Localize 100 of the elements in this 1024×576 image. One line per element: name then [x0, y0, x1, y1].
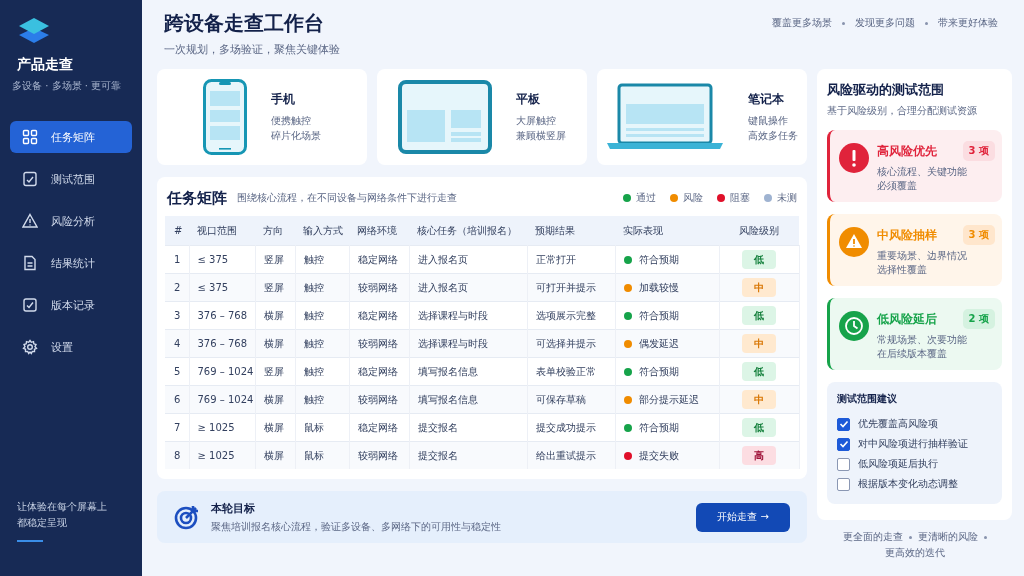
table-cell: 稳定网络	[357, 421, 398, 433]
checkbox-icon	[22, 297, 38, 313]
table-cell: 符合预期	[638, 420, 679, 435]
table-cell: ≤ 375	[197, 254, 229, 265]
table-cell: 符合预期	[638, 308, 679, 323]
column-header: 输入方式	[303, 224, 343, 236]
device-feature: 高效多任务	[748, 129, 798, 143]
table-cell: 2	[174, 282, 181, 293]
slogan-text: 覆盖更多场景	[772, 16, 832, 30]
device-feature: 碎片化场景	[271, 129, 321, 143]
table-cell: 提交报名	[417, 421, 458, 433]
separator-dot-icon	[983, 535, 987, 539]
table-cell: 提交失败	[638, 448, 679, 463]
table-cell: 选择课程与时段	[417, 337, 488, 349]
risk-description: 重要场景、边界情况	[877, 249, 968, 263]
nav-item[interactable]: 设置	[10, 331, 132, 363]
legend-label: 通过	[636, 191, 656, 205]
table-cell: 横屏	[263, 393, 284, 405]
checkbox[interactable]	[837, 457, 850, 471]
table-cell: 横屏	[263, 449, 284, 461]
checkbox[interactable]	[837, 477, 850, 491]
table-cell: 进入报名页	[417, 281, 468, 293]
table-cell: 进入报名页	[417, 253, 468, 265]
brand-tagline: 多设备 · 多场景 · 更可靠	[12, 79, 123, 93]
column-header: #	[174, 225, 183, 236]
checkbox[interactable]	[837, 437, 850, 451]
start-button[interactable]: 开始走查 →	[696, 502, 790, 532]
sidebar-footer-text: 都稳定呈现	[17, 516, 68, 530]
slogan-text: 发现更多问题	[855, 16, 915, 30]
nav-item[interactable]: 版本记录	[10, 289, 132, 321]
count-badge: 3 项	[962, 141, 995, 161]
grid-icon	[22, 129, 38, 145]
table-cell: 3	[174, 310, 181, 321]
nav-item[interactable]: 任务矩阵	[10, 121, 132, 153]
table-cell: 竖屏	[263, 253, 284, 265]
risk-title: 低风险延后	[877, 311, 937, 327]
table-cell: 769 – 1024	[197, 394, 254, 405]
table-cell: 鼠标	[303, 421, 324, 433]
goal-description: 聚焦培训报名核心流程，验证多设备、多网络下的可用性与稳定性	[211, 519, 501, 534]
table-cell: 横屏	[263, 337, 284, 349]
table-cell: 填写报名信息	[417, 365, 478, 377]
table-cell: 较弱网络	[357, 337, 398, 349]
column-header: 风险级别	[739, 224, 779, 236]
risk-tag: 低	[742, 250, 776, 269]
table-cell: 触控	[303, 253, 324, 265]
phone-icon	[203, 79, 247, 155]
document-icon	[22, 255, 38, 271]
table-cell: 触控	[303, 365, 324, 377]
page-subtitle: 一次规划，多场验证，聚焦关键体验	[164, 42, 340, 57]
table-cell: 偶发延迟	[638, 336, 679, 351]
risk-tag: 中	[742, 390, 776, 409]
table-cell: 1	[174, 254, 181, 265]
column-header: 网络环境	[357, 224, 397, 236]
table-cell: 提交成功提示	[535, 421, 596, 433]
laptop-icon	[606, 83, 724, 151]
table-cell: 填写报名信息	[417, 393, 478, 405]
count-badge: 3 项	[962, 225, 995, 245]
table-cell: 稳定网络	[357, 253, 398, 265]
risk-title: 高风险优先	[877, 143, 937, 159]
table-cell: 触控	[303, 309, 324, 321]
nav-item[interactable]: 风险分析	[10, 205, 132, 237]
table-cell: 触控	[303, 393, 324, 405]
device-feature: 便携触控	[271, 114, 312, 128]
checkbox[interactable]	[837, 417, 850, 431]
nav-item[interactable]: 测试范围	[10, 163, 132, 195]
table-cell: 横屏	[263, 421, 284, 433]
table-cell: 376 – 768	[197, 310, 248, 321]
table-cell: ≤ 375	[197, 282, 229, 293]
target-icon	[174, 504, 200, 530]
table-cell: 7	[174, 422, 181, 433]
device-feature: 大屏触控	[516, 114, 557, 128]
risk-description: 在后续版本覆盖	[877, 347, 948, 361]
risk-tag: 低	[742, 418, 776, 437]
risk-title: 中风险抽样	[877, 227, 937, 243]
table-cell: 横屏	[263, 309, 284, 321]
separator-dot-icon	[925, 21, 928, 25]
tablet-icon	[398, 80, 492, 154]
page-title: 跨设备走查工作台	[164, 10, 325, 37]
sidebar-footer-text: 让体验在每个屏幕上	[17, 500, 108, 514]
table-cell: 符合预期	[638, 364, 679, 379]
table-cell: 376 – 768	[197, 338, 248, 349]
table-cell: 触控	[303, 337, 324, 349]
settings-icon	[22, 339, 38, 355]
column-header: 核心任务（培训报名）	[417, 224, 517, 236]
column-header: 方向	[263, 224, 283, 236]
table-cell: ≥ 1025	[197, 422, 235, 433]
count-badge: 2 项	[962, 309, 995, 329]
table-cell: 较弱网络	[357, 393, 398, 405]
risk-tag: 低	[742, 306, 776, 325]
separator-dot-icon	[908, 535, 912, 539]
device-feature: 键鼠操作	[748, 114, 789, 128]
risk-description: 选择性覆盖	[877, 263, 928, 277]
table-cell: 正常打开	[535, 253, 576, 265]
checklist-icon	[22, 171, 38, 187]
table-cell: 竖屏	[263, 281, 284, 293]
table-cell: 可打开并提示	[535, 281, 596, 293]
table-cell: ≥ 1025	[197, 450, 235, 461]
legend-label: 阻塞	[730, 191, 750, 205]
nav-item[interactable]: 结果统计	[10, 247, 132, 279]
table-cell: 8	[174, 450, 181, 461]
